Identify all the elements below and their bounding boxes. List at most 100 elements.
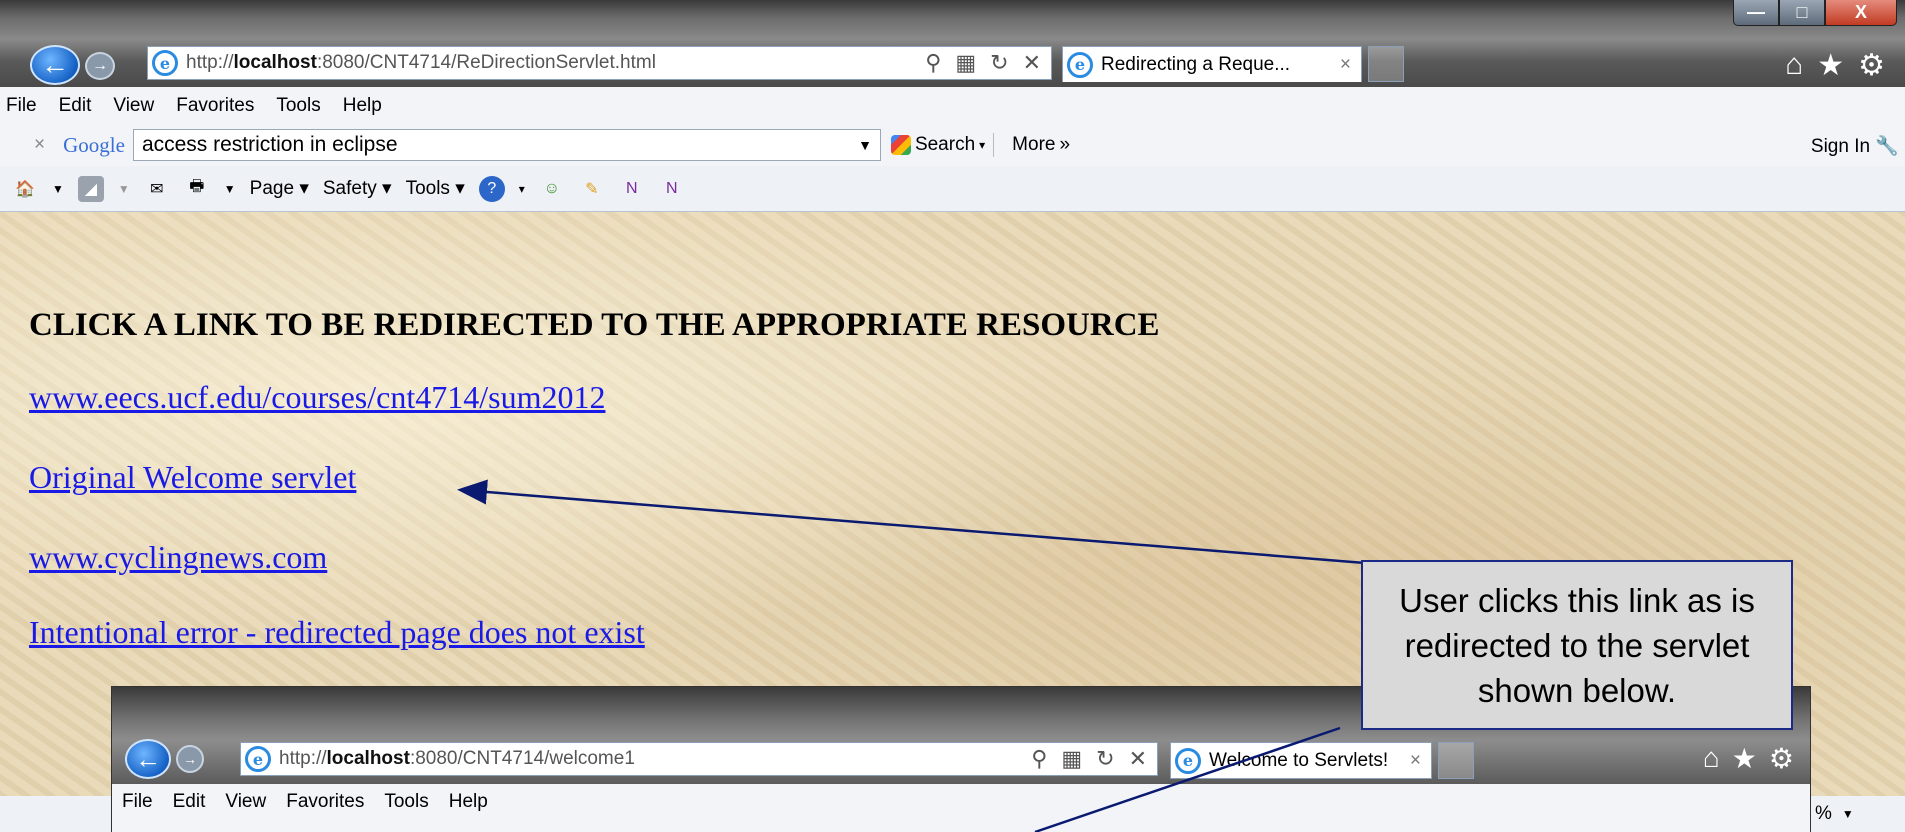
nested-refresh-icon[interactable]: ↻ — [1096, 746, 1114, 772]
toolbar-divider — [993, 133, 995, 157]
home-dropdown-icon[interactable]: ▼ — [52, 182, 64, 196]
close-window-button[interactable]: X — [1825, 0, 1897, 26]
search-dropdown-icon[interactable]: ▼ — [858, 137, 880, 153]
nested-ie-tab-icon: e — [1175, 747, 1201, 774]
nested-search-icon[interactable]: ⚲ — [1031, 746, 1047, 772]
browser-title-bar: — □ X ← → e http://localhost:8080/CNT471… — [0, 0, 1905, 87]
menu-tools[interactable]: Tools — [276, 95, 320, 117]
nested-menu-favorites[interactable]: Favorites — [286, 791, 364, 813]
google-search-value: access restriction in eclipse — [141, 133, 398, 156]
nested-new-tab-button[interactable] — [1438, 742, 1474, 779]
nested-favorites-star-icon[interactable]: ★ — [1732, 742, 1757, 775]
nested-back-button[interactable]: ← — [125, 739, 171, 779]
menu-bar: File Edit View Favorites Tools Help — [0, 87, 1905, 124]
compatibility-view-icon[interactable]: ▦ — [955, 50, 976, 76]
google-search-input[interactable]: access restriction in eclipse ▼ — [132, 129, 881, 161]
favorites-star-icon[interactable]: ★ — [1817, 48, 1844, 83]
more-button[interactable]: More » — [1012, 134, 1070, 156]
nested-menu-file[interactable]: File — [122, 791, 153, 813]
menu-file[interactable]: File — [6, 95, 37, 117]
tools-menu[interactable]: Tools ▾ — [406, 177, 465, 200]
home-icon[interactable]: ⌂ — [1785, 48, 1803, 83]
tools-menu-label: Tools — [405, 178, 450, 199]
zoom-level[interactable]: % — [1815, 803, 1832, 825]
menu-favorites[interactable]: Favorites — [176, 95, 254, 117]
new-tab-button[interactable] — [1368, 46, 1404, 82]
google-search-button[interactable]: Search ▾ — [890, 134, 985, 156]
settings-gear-icon[interactable]: ⚙ — [1858, 48, 1885, 83]
link-intentional-error[interactable]: Intentional error - redirected page does… — [29, 614, 645, 651]
nested-address-url-prefix: http:// — [279, 748, 327, 769]
home-page-icon[interactable]: 🏠 — [12, 176, 38, 202]
nested-tab-close-icon[interactable]: × — [1410, 750, 1431, 772]
nested-tab-welcome[interactable]: e Welcome to Servlets! × — [1170, 742, 1432, 779]
print-icon[interactable]: 🖶 — [184, 176, 210, 202]
nested-menu-tools[interactable]: Tools — [384, 791, 428, 813]
nested-address-url-host: localhost — [326, 748, 410, 769]
zoom-dropdown-icon[interactable]: ▼ — [1842, 807, 1854, 821]
window-controls: — □ X — [1733, 0, 1897, 32]
nested-menu-view[interactable]: View — [225, 791, 266, 813]
sign-in-button[interactable]: Sign In 🔧 — [1811, 134, 1899, 158]
nested-stop-icon[interactable]: ✕ — [1129, 746, 1147, 772]
maximize-button[interactable]: □ — [1779, 0, 1825, 26]
nested-menu-help[interactable]: Help — [449, 791, 488, 813]
nested-forward-button[interactable]: → — [176, 745, 204, 773]
navigation-row: ← → e http://localhost:8080/CNT4714/ReDi… — [0, 42, 1905, 86]
annotation-callout: User clicks this link as is redirected t… — [1361, 560, 1793, 730]
read-mail-icon[interactable]: ✉ — [144, 176, 170, 202]
minimize-button[interactable]: — — [1733, 0, 1779, 26]
help-dropdown-icon[interactable]: ▾ — [519, 182, 525, 196]
status-bar-left — [0, 796, 111, 832]
google-toolbar-close-icon[interactable]: × — [34, 134, 45, 156]
messenger-icon[interactable]: ☺ — [539, 176, 565, 202]
onenote-icon[interactable]: N — [619, 176, 645, 202]
address-bar[interactable]: e http://localhost:8080/CNT4714/ReDirect… — [147, 46, 1052, 80]
menu-help[interactable]: Help — [343, 95, 382, 117]
safety-menu[interactable]: Safety ▾ — [323, 177, 392, 200]
page-menu[interactable]: Page ▾ — [250, 177, 309, 200]
nested-back-arrow-icon: ← — [135, 743, 161, 774]
refresh-icon[interactable]: ↻ — [990, 50, 1008, 76]
print-dropdown-icon[interactable]: ▼ — [224, 182, 236, 196]
more-button-label: More — [1012, 134, 1056, 155]
onenote-linked-icon[interactable]: N — [659, 176, 685, 202]
back-arrow-icon: ← — [41, 49, 69, 80]
tab-close-icon[interactable]: × — [1340, 54, 1361, 76]
feeds-dropdown-icon[interactable]: ▼ — [118, 182, 130, 196]
nested-tab-title: Welcome to Servlets! — [1209, 749, 1389, 771]
more-chevron-icon: » — [1059, 134, 1071, 155]
link-course-page[interactable]: www.eecs.ucf.edu/courses/cnt4714/sum2012 — [29, 379, 605, 416]
nested-menu-edit[interactable]: Edit — [173, 791, 206, 813]
address-tools: ⚲ ▦ ↻ ✕ — [925, 50, 1051, 76]
search-icon[interactable]: ⚲ — [925, 50, 941, 76]
ie-tab-icon: e — [1067, 51, 1093, 78]
address-url-prefix: http:// — [186, 52, 234, 73]
nested-settings-gear-icon[interactable]: ⚙ — [1769, 742, 1794, 775]
menu-view[interactable]: View — [113, 95, 154, 117]
nested-forward-arrow-icon: → — [183, 751, 197, 767]
page-menu-label: Page — [249, 178, 295, 199]
nested-address-bar[interactable]: e http://localhost:8080/CNT4714/welcome1… — [240, 742, 1158, 776]
ie-page-icon: e — [152, 50, 178, 76]
pen-icon[interactable]: ✎ — [579, 176, 605, 202]
status-bar-right: % ▼ — [1811, 796, 1905, 832]
menu-edit[interactable]: Edit — [59, 95, 92, 117]
help-icon[interactable]: ? — [478, 175, 505, 202]
stop-icon[interactable]: ✕ — [1023, 50, 1041, 76]
forward-arrow-icon: → — [92, 57, 108, 74]
sign-in-label: Sign In — [1810, 136, 1871, 157]
google-toolbar: × Google access restriction in eclipse ▼… — [0, 124, 1905, 166]
link-cyclingnews[interactable]: www.cyclingnews.com — [29, 539, 327, 576]
forward-button[interactable]: → — [85, 52, 115, 80]
nested-home-icon[interactable]: ⌂ — [1703, 742, 1720, 775]
google-logo: Google — [63, 132, 125, 157]
back-button[interactable]: ← — [30, 45, 80, 85]
nested-compatibility-view-icon[interactable]: ▦ — [1061, 746, 1082, 772]
command-bar: 🏠 ▼ ◢ ▼ ✉ 🖶 ▼ Page ▾ Safety ▾ Tools ▾ ? … — [0, 166, 1905, 212]
wrench-icon[interactable]: 🔧 — [1875, 136, 1899, 157]
page-heading: CLICK A LINK TO BE REDIRECTED TO THE APP… — [29, 307, 1160, 343]
tab-redirecting[interactable]: e Redirecting a Reque... × — [1062, 46, 1362, 82]
link-original-welcome-servlet[interactable]: Original Welcome servlet — [29, 459, 356, 496]
feeds-icon[interactable]: ◢ — [77, 175, 104, 202]
